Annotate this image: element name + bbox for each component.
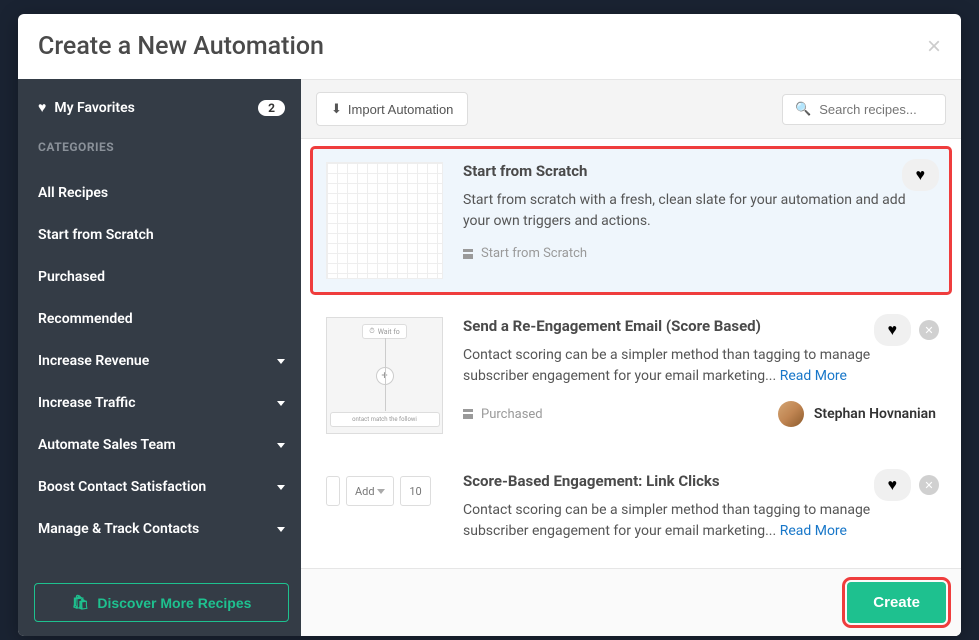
bag-icon: 🛍 xyxy=(72,594,90,611)
chevron-down-icon xyxy=(277,401,285,406)
sidebar-item-label: Recommended xyxy=(38,311,133,327)
recipe-card-start-from-scratch[interactable]: Start from Scratch Start from scratch wi… xyxy=(311,147,951,294)
recipe-tag: Purchased xyxy=(463,407,543,422)
category-icon xyxy=(463,409,473,419)
create-button[interactable]: Create xyxy=(847,582,946,623)
heart-icon: ♥ xyxy=(38,99,46,116)
sidebar-item-label: Purchased xyxy=(38,269,105,285)
chevron-down-icon xyxy=(277,443,285,448)
sidebar-item-increase-revenue[interactable]: Increase Revenue xyxy=(34,340,289,382)
close-icon: ✕ xyxy=(924,324,933,337)
category-icon xyxy=(463,249,473,259)
chevron-down-icon xyxy=(277,485,285,490)
sidebar-item-automate-sales-team[interactable]: Automate Sales Team xyxy=(34,424,289,466)
recipe-thumbnail: Add 10 xyxy=(326,472,443,568)
chevron-down-icon xyxy=(377,489,385,494)
read-more-link[interactable]: Read More xyxy=(780,523,847,539)
recipe-thumbnail xyxy=(326,162,443,279)
heart-icon: ♥ xyxy=(916,165,926,184)
heart-icon: ♥ xyxy=(888,475,898,494)
favorite-button[interactable]: ♥ xyxy=(874,469,912,501)
recipe-tag: Start from Scratch xyxy=(463,246,587,261)
sidebar-item-label: Manage & Track Contacts xyxy=(38,521,199,537)
recipe-list: Start from Scratch Start from scratch wi… xyxy=(301,139,961,568)
heart-icon: ♥ xyxy=(888,320,898,339)
search-input[interactable] xyxy=(819,102,933,117)
chevron-down-icon xyxy=(277,359,285,364)
recipe-title: Score-Based Engagement: Link Clicks xyxy=(463,472,936,490)
author-name: Stephan Hovnanian xyxy=(814,406,936,422)
clock-icon: ⏱ xyxy=(369,327,374,336)
recipe-card-reengagement[interactable]: ⏱Wait fo + ontact match the followi Send… xyxy=(311,302,951,449)
sidebar-item-label: Boost Contact Satisfaction xyxy=(38,479,206,495)
sidebar-favorites[interactable]: ♥ My Favorites 2 xyxy=(34,99,289,116)
sidebar-item-manage-track-contacts[interactable]: Manage & Track Contacts xyxy=(34,508,289,550)
recipe-tag-label: Purchased xyxy=(481,407,543,422)
sidebar-item-recommended[interactable]: Recommended xyxy=(34,298,289,340)
modal-header: Create a New Automation × xyxy=(18,14,961,79)
avatar xyxy=(778,401,804,427)
favorites-count-badge: 2 xyxy=(258,100,285,116)
recipe-title: Send a Re-Engagement Email (Score Based) xyxy=(463,317,936,335)
chevron-down-icon xyxy=(277,527,285,532)
sidebar-item-increase-traffic[interactable]: Increase Traffic xyxy=(34,382,289,424)
import-label: Import Automation xyxy=(348,102,454,117)
recipe-thumbnail: ⏱Wait fo + ontact match the followi xyxy=(326,317,443,434)
sidebar-item-purchased[interactable]: Purchased xyxy=(34,256,289,298)
search-icon: 🔍 xyxy=(795,102,811,117)
sidebar-item-boost-contact-satisfaction[interactable]: Boost Contact Satisfaction xyxy=(34,466,289,508)
favorite-button[interactable]: ♥ xyxy=(902,159,940,191)
recipe-title: Start from Scratch xyxy=(463,162,936,180)
sidebar-item-label: Automate Sales Team xyxy=(38,437,176,453)
sidebar-item-label: Increase Revenue xyxy=(38,353,149,369)
download-icon: ⬇ xyxy=(331,101,342,117)
footer-bar: Create xyxy=(301,568,961,636)
modal-title: Create a New Automation xyxy=(38,32,324,61)
automation-modal: Create a New Automation × ♥ My Favorites… xyxy=(18,14,961,636)
search-box[interactable]: 🔍 xyxy=(782,94,946,125)
content-area: ⬇ Import Automation 🔍 Start from Scratch… xyxy=(301,79,961,636)
sidebar-item-label: Increase Traffic xyxy=(38,395,136,411)
sidebar-item-label: Start from Scratch xyxy=(38,227,154,243)
sidebar-item-label: All Recipes xyxy=(38,185,108,201)
categories-heading: CATEGORIES xyxy=(34,140,289,154)
import-automation-button[interactable]: ⬇ Import Automation xyxy=(316,92,468,126)
recipe-author: Stephan Hovnanian xyxy=(778,401,936,427)
read-more-link[interactable]: Read More xyxy=(780,368,847,384)
recipe-description: Start from scratch with a fresh, clean s… xyxy=(463,190,936,232)
sidebar-item-start-from-scratch[interactable]: Start from Scratch xyxy=(34,214,289,256)
remove-button[interactable]: ✕ xyxy=(919,320,939,340)
remove-button[interactable]: ✕ xyxy=(919,475,939,495)
discover-more-recipes-button[interactable]: 🛍 Discover More Recipes xyxy=(34,583,289,622)
close-icon[interactable]: × xyxy=(927,33,941,61)
recipe-description: Contact scoring can be a simpler method … xyxy=(463,345,936,387)
sidebar: ♥ My Favorites 2 CATEGORIES All Recipes … xyxy=(18,79,301,636)
favorites-label: My Favorites xyxy=(54,100,135,116)
discover-label: Discover More Recipes xyxy=(97,595,251,611)
modal-body: ♥ My Favorites 2 CATEGORIES All Recipes … xyxy=(18,79,961,636)
close-icon: ✕ xyxy=(924,479,933,492)
recipe-description: Contact scoring can be a simpler method … xyxy=(463,500,936,542)
favorite-button[interactable]: ♥ xyxy=(874,314,912,346)
toolbar: ⬇ Import Automation 🔍 xyxy=(301,79,961,139)
sidebar-item-all-recipes[interactable]: All Recipes xyxy=(34,172,289,214)
recipe-card-link-clicks[interactable]: Add 10 Score-Based Engagement: Link Clic… xyxy=(311,457,951,568)
recipe-tag-label: Start from Scratch xyxy=(481,246,587,261)
